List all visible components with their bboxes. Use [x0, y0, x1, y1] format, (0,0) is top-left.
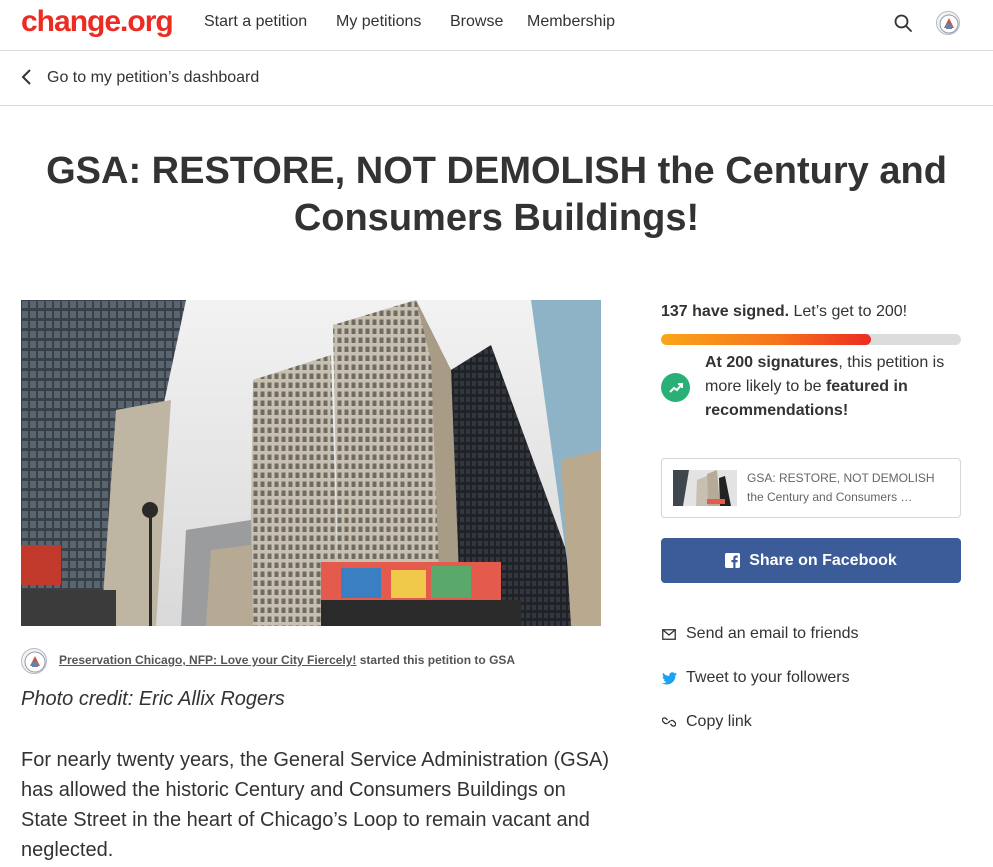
trending-up-icon — [661, 373, 690, 402]
starter-avatar[interactable] — [21, 648, 47, 674]
signature-progress-bar — [661, 334, 961, 345]
facebook-label: Share on Facebook — [749, 551, 897, 569]
signed-goal: Let’s get to 200! — [789, 303, 908, 320]
email-icon — [661, 626, 677, 642]
share-preview-card[interactable]: GSA: RESTORE, NOT DEMOLISH the Century a… — [661, 458, 961, 518]
dashboard-bar: Go to my petition’s dashboard — [0, 51, 993, 106]
starter-suffix: started this petition to GSA — [356, 653, 516, 667]
petition-photo — [21, 300, 601, 626]
share-facebook-button[interactable]: Share on Facebook — [661, 538, 961, 583]
goal-bold: At 200 signatures — [705, 354, 839, 371]
petition-starter: Preservation Chicago, NFP: Love your Cit… — [21, 648, 601, 674]
top-navigation: change.org Start a petition My petitions… — [0, 0, 993, 51]
signature-count: 137 have signed. Let’s get to 200! — [661, 303, 907, 321]
nav-start-petition[interactable]: Start a petition — [204, 13, 307, 31]
share-preview-thumbnail — [673, 470, 737, 506]
facebook-icon — [725, 553, 741, 568]
twitter-icon — [661, 670, 677, 686]
copy-link-label: Copy link — [686, 713, 752, 730]
user-avatar[interactable] — [936, 11, 960, 35]
starter-org-link[interactable]: Preservation Chicago, NFP: Love your Cit… — [59, 653, 356, 667]
photo-credit: Photo credit: Eric Allix Rogers — [21, 688, 285, 710]
copy-link-option[interactable]: Copy link — [661, 710, 961, 734]
share-twitter-label: Tweet to your followers — [686, 669, 850, 686]
share-twitter-option[interactable]: Tweet to your followers — [661, 666, 961, 690]
nav-membership[interactable]: Membership — [527, 13, 615, 31]
signed-count: 137 have signed. — [661, 303, 790, 320]
goal-message: At 200 signatures, this petition is more… — [705, 351, 965, 423]
chevron-left-icon[interactable] — [20, 68, 34, 91]
link-icon — [661, 714, 677, 730]
petition-body: For nearly twenty years, the General Ser… — [21, 749, 610, 861]
dashboard-link[interactable]: Go to my petition’s dashboard — [47, 69, 259, 87]
share-preview-text: GSA: RESTORE, NOT DEMOLISH the Century a… — [747, 471, 935, 504]
change-org-logo[interactable]: change.org — [21, 5, 174, 39]
search-icon[interactable] — [892, 12, 914, 34]
petition-title: GSA: RESTORE, NOT DEMOLISH the Century a… — [46, 150, 947, 239]
nav-browse[interactable]: Browse — [450, 13, 503, 31]
share-email-label: Send an email to friends — [686, 625, 859, 642]
share-email-option[interactable]: Send an email to friends — [661, 622, 961, 646]
nav-my-petitions[interactable]: My petitions — [336, 13, 421, 31]
progress-fill — [661, 334, 871, 345]
